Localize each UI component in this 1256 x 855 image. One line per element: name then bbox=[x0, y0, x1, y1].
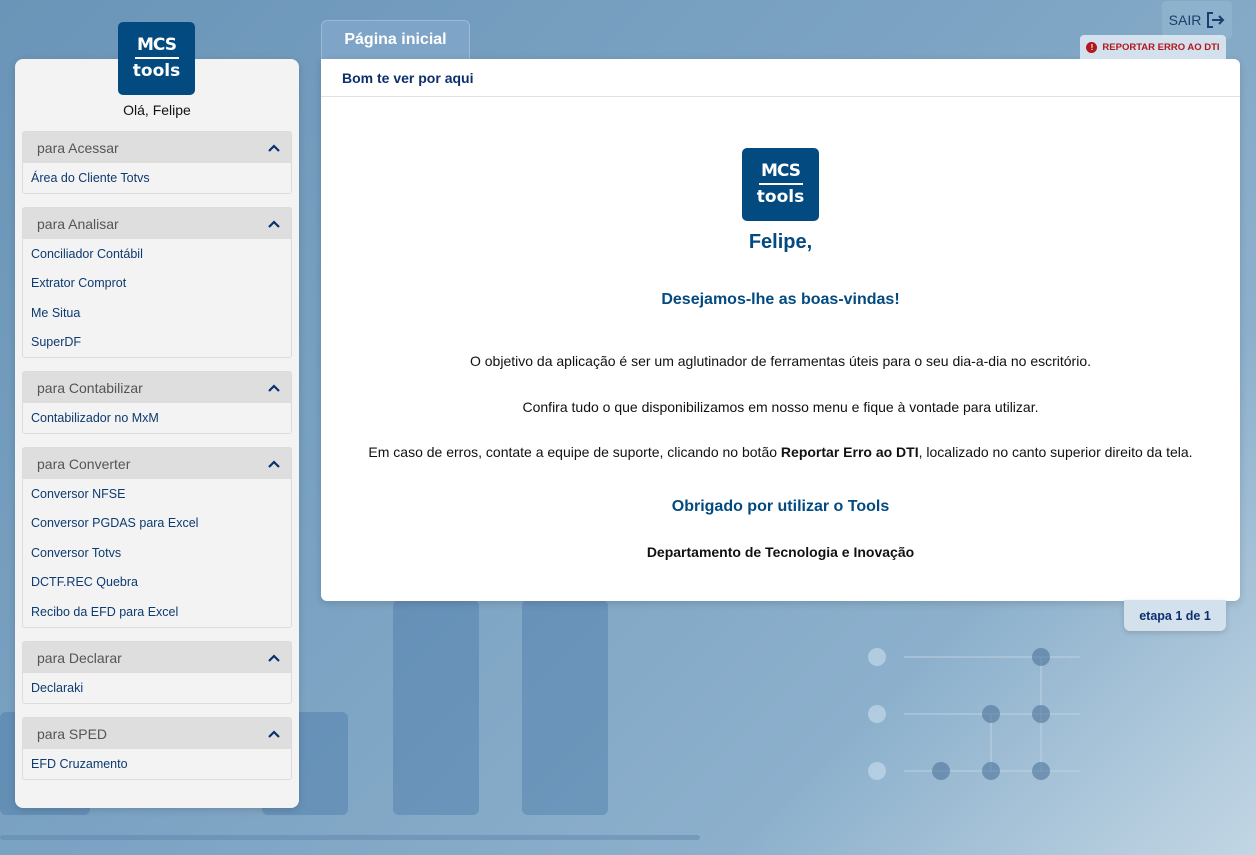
sidebar-group-header[interactable]: para Analisar bbox=[23, 208, 291, 239]
sidebar-menu-item[interactable]: Conversor PGDAS para Excel bbox=[23, 509, 291, 539]
sidebar-group: para Converter Conversor NFSE Conversor PG… bbox=[22, 447, 292, 628]
sidebar-group-title: para Converter bbox=[37, 455, 131, 472]
sidebar-group-title: para Analisar bbox=[37, 215, 119, 232]
logo-text-mcs: MCS bbox=[137, 35, 177, 55]
sidebar-group-header[interactable]: para Converter bbox=[23, 448, 291, 479]
welcome-message: Desejamos-lhe as boas-vindas! bbox=[661, 291, 900, 308]
report-error-button[interactable]: ! REPORTAR ERRO AO DTI bbox=[1080, 35, 1226, 59]
intro-paragraph-1: O objetivo da aplicação é ser um aglutin… bbox=[469, 353, 1091, 369]
logo-text-tools: tools bbox=[132, 61, 181, 81]
sidebar-menu-item[interactable]: Conversor NFSE bbox=[23, 479, 291, 509]
sidebar-group: para Analisar Conciliador Contábil Extrato… bbox=[22, 207, 292, 358]
sidebar-menu-item[interactable]: Contabilizador no MxM bbox=[23, 403, 291, 433]
logo-divider bbox=[134, 57, 179, 59]
panel-title: Bom te ver por aqui bbox=[321, 59, 1240, 97]
sidebar-menu-item[interactable]: DCTF.REC Quebra bbox=[23, 568, 291, 598]
sidebar-menu-item[interactable]: Me Situa bbox=[23, 298, 291, 328]
sidebar-group-header[interactable]: para Acessar bbox=[23, 132, 291, 163]
logout-button[interactable]: SAIR bbox=[1162, 1, 1232, 39]
logout-icon bbox=[1207, 12, 1225, 28]
department-signature: Departamento de Tecnologia e Inovação bbox=[646, 544, 915, 560]
sidebar-group-title: para Contabilizar bbox=[37, 379, 143, 396]
chevron-up-icon bbox=[268, 383, 280, 392]
chevron-up-icon bbox=[268, 729, 280, 738]
sidebar-menu-item[interactable]: Extrator Comprot bbox=[23, 269, 291, 299]
sidebar-group: para Acessar Área do Cliente Totvs bbox=[22, 131, 292, 194]
sidebar-menu-item[interactable]: Recibo da EFD para Excel bbox=[23, 597, 291, 627]
paragraph-3-text-end: , localizado no canto superior direito d… bbox=[918, 444, 1193, 460]
sidebar-group-header[interactable]: para Contabilizar bbox=[23, 372, 291, 403]
intro-paragraph-3: Em caso de erros, contate a equipe de su… bbox=[321, 444, 1240, 460]
logout-label: SAIR bbox=[1168, 12, 1202, 28]
sidebar-menu-item[interactable]: Declaraki bbox=[23, 673, 291, 703]
sidebar-menu-item[interactable]: Conversor Totvs bbox=[23, 538, 291, 568]
chevron-up-icon bbox=[268, 143, 280, 152]
chevron-up-icon bbox=[268, 459, 280, 468]
sidebar-menu-item[interactable]: EFD Cruzamento bbox=[23, 749, 291, 779]
welcome-user-name: Felipe, bbox=[748, 231, 813, 253]
mcs-tools-logo: MCS tools bbox=[118, 22, 195, 95]
sidebar-menu-item[interactable]: SuperDF bbox=[23, 328, 291, 358]
sidebar-group-header[interactable]: para SPED bbox=[23, 718, 291, 749]
sidebar-group: para Contabilizar Contabilizador no MxM bbox=[22, 371, 292, 434]
alert-circle-icon: ! bbox=[1086, 41, 1098, 53]
sidebar-menu-item[interactable]: Conciliador Contábil bbox=[23, 239, 291, 269]
user-greeting: Olá, Felipe bbox=[123, 102, 191, 118]
logo-text-mcs: MCS bbox=[761, 161, 801, 181]
sidebar-group: para SPED EFD Cruzamento bbox=[22, 717, 292, 780]
chevron-up-icon bbox=[268, 219, 280, 228]
sidebar-group-title: para Acessar bbox=[37, 139, 119, 156]
sidebar-group-title: para SPED bbox=[37, 725, 108, 742]
sidebar-menu-item[interactable]: Área do Cliente Totvs bbox=[23, 163, 291, 193]
sidebar-group: para Declarar Declaraki bbox=[22, 641, 292, 704]
sidebar-group-title: para Declarar bbox=[37, 649, 122, 666]
thanks-message: Obrigado por utilizar o Tools bbox=[671, 498, 890, 515]
logo-text-tools: tools bbox=[756, 187, 805, 207]
main-panel: Bom te ver por aqui MCS tools Felipe, De… bbox=[321, 59, 1240, 601]
intro-paragraph-2: Confira tudo o que disponibilizamos em n… bbox=[522, 399, 1039, 415]
paragraph-3-bold: Reportar Erro ao DTI bbox=[780, 444, 919, 460]
paragraph-3-text: Em caso de erros, contate a equipe de su… bbox=[368, 444, 781, 460]
sidebar-group-header[interactable]: para Declarar bbox=[23, 642, 291, 673]
step-indicator: etapa 1 de 1 bbox=[1124, 600, 1226, 631]
tab-home[interactable]: Página inicial bbox=[321, 20, 470, 59]
chevron-up-icon bbox=[268, 653, 280, 662]
report-error-label: REPORTAR ERRO AO DTI bbox=[1102, 41, 1220, 53]
mcs-tools-logo-main: MCS tools bbox=[742, 148, 819, 221]
logo-divider bbox=[758, 183, 803, 185]
